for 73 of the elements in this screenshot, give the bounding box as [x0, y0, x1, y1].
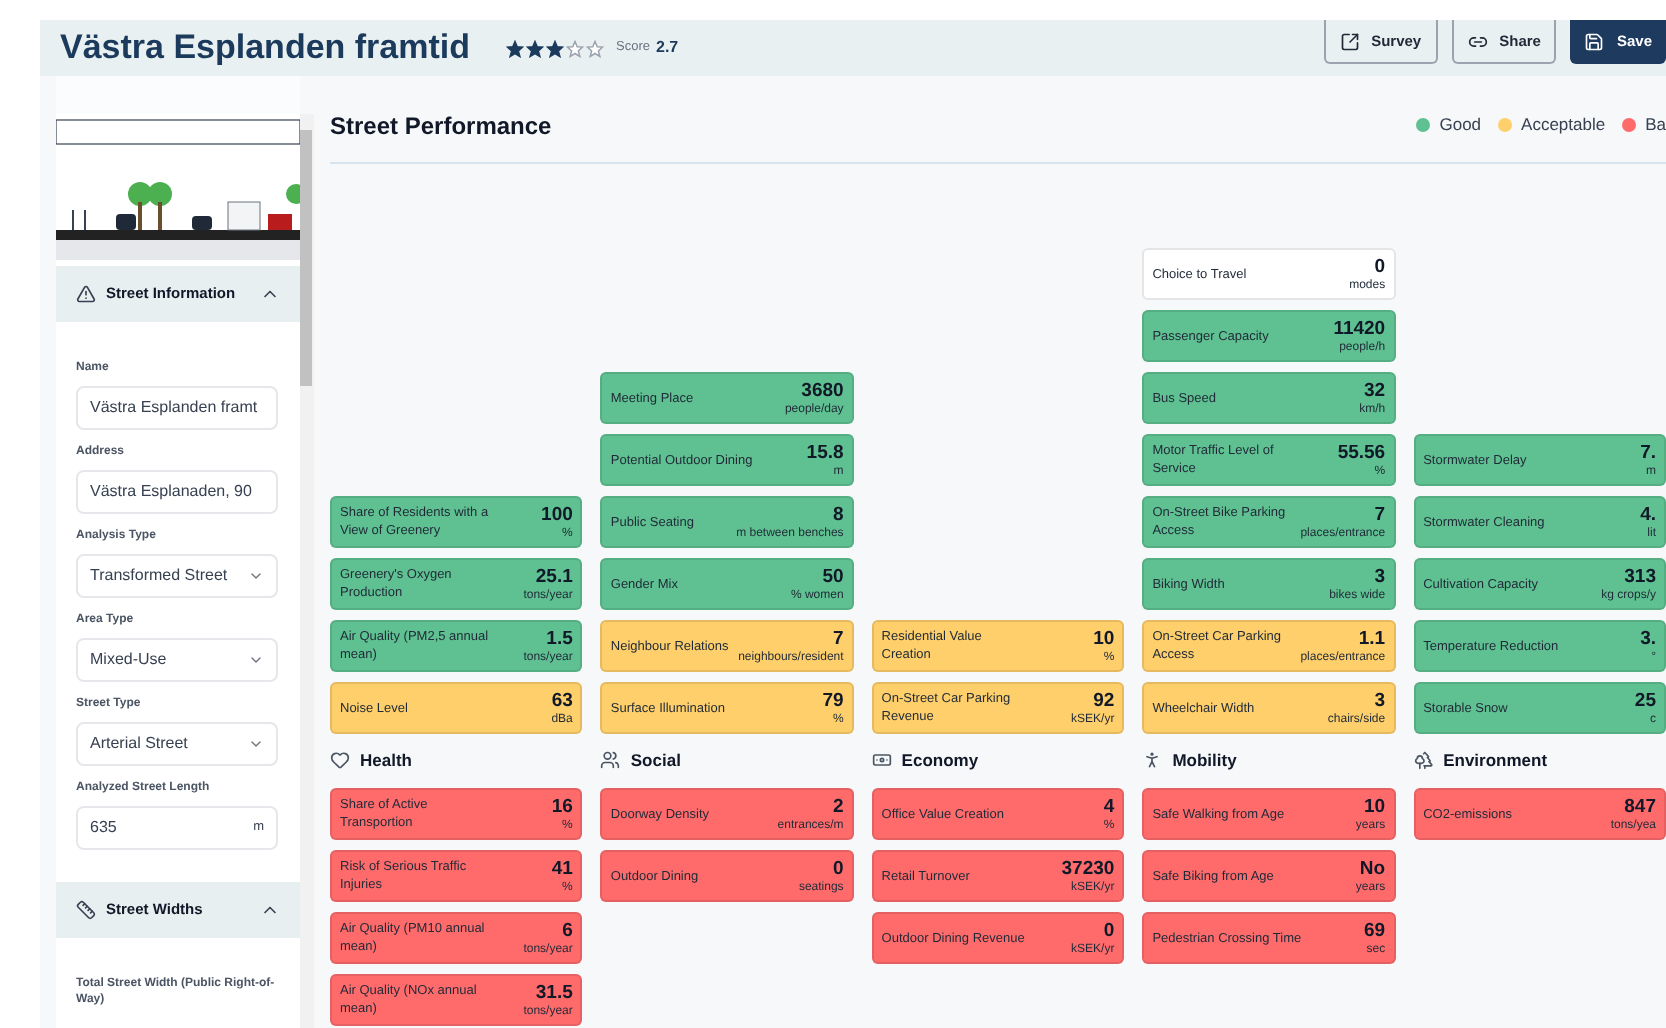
metric-value: 63: [551, 689, 573, 711]
metric-value: 31.5: [535, 981, 573, 1003]
metric-value: 25.1: [535, 565, 573, 587]
metric-value: 25: [1634, 689, 1656, 711]
banknote-icon: [871, 750, 892, 770]
metric-value: 100: [541, 503, 573, 525]
star-icon: [566, 39, 585, 57]
page-title: Västra Esplanden framtid: [60, 26, 471, 71]
metric-value: 7: [833, 627, 844, 649]
metric-value: 10: [1093, 627, 1115, 649]
person-icon: [1142, 750, 1163, 770]
text-field[interactable]: Västra Esplanaden, 90: [76, 470, 278, 514]
metric-value: 55.56: [1337, 441, 1386, 463]
category-title: Economy: [901, 747, 979, 773]
chevron-down-icon: [248, 736, 264, 752]
metric-value: 6: [562, 919, 573, 941]
chevron-down-icon: [248, 568, 264, 584]
metric-value: 92: [1093, 689, 1115, 711]
star-icon: [546, 39, 565, 57]
legend-label: Acceptable: [1521, 112, 1606, 138]
category-title: Environment: [1443, 747, 1548, 773]
select-field[interactable]: Transformed Street: [76, 554, 278, 598]
metric-value: 15.8: [806, 441, 844, 463]
category-title: Mobility: [1172, 747, 1237, 773]
metric-value: 16: [551, 795, 573, 817]
metric-value: 3: [1374, 565, 1386, 587]
metric-value: 11420: [1333, 317, 1386, 339]
metric-value: 0: [833, 857, 844, 879]
text-field[interactable]: Västra Esplanden framt: [76, 386, 278, 430]
metric-value: 69: [1364, 919, 1386, 941]
metric-value: 4.: [1640, 503, 1656, 525]
metric-value: 32: [1364, 379, 1386, 401]
metric-value: 41: [551, 857, 573, 879]
heart-icon: [330, 750, 350, 770]
star-icon: [506, 39, 525, 57]
metric-value: 847: [1624, 795, 1656, 817]
link-icon: [1467, 31, 1488, 51]
select-field[interactable]: Mixed-Use: [76, 638, 278, 682]
people-icon: [600, 750, 621, 770]
metric-value: 7: [1374, 503, 1386, 525]
metric-value: 313: [1624, 565, 1656, 587]
metric-value: 0: [1103, 919, 1115, 941]
section-heading: Street Performance: [330, 109, 552, 143]
score-value: 2.7: [656, 36, 679, 60]
metric-value: 3680: [801, 379, 844, 401]
tree-icon: [1413, 750, 1434, 770]
metric-value: 2: [833, 795, 844, 817]
metric-value: 79: [822, 689, 844, 711]
metric-value: 3: [1374, 689, 1386, 711]
metric-value: 0: [1374, 255, 1386, 277]
legend-label: Good: [1439, 112, 1482, 138]
metric-value: 1.1: [1358, 627, 1386, 649]
star-icon: [526, 39, 545, 57]
metric-value: 50: [822, 565, 844, 587]
metric-value: 3.: [1640, 627, 1656, 649]
metric-value: 10: [1364, 795, 1386, 817]
ruler-icon: [76, 900, 96, 920]
category-title: Social: [630, 747, 681, 773]
save-icon: [1584, 32, 1605, 52]
select-field[interactable]: Arterial Street: [76, 722, 278, 766]
star-icon: [586, 39, 605, 57]
metric-value: 4: [1103, 795, 1115, 817]
metric-value: 8: [833, 503, 844, 525]
category-title: Health: [360, 747, 412, 773]
metric-value: 7.: [1640, 441, 1656, 463]
scrollbar-thumb[interactable]: [300, 130, 312, 386]
metric-value: 37230: [1061, 857, 1115, 879]
chevron-down-icon: [248, 652, 264, 668]
external-link-icon: [1339, 31, 1360, 51]
metric-value: 1.5: [546, 627, 573, 649]
metric-value: No: [1359, 857, 1386, 879]
warning-icon: [76, 284, 96, 304]
legend-label: Ba: [1645, 112, 1666, 138]
